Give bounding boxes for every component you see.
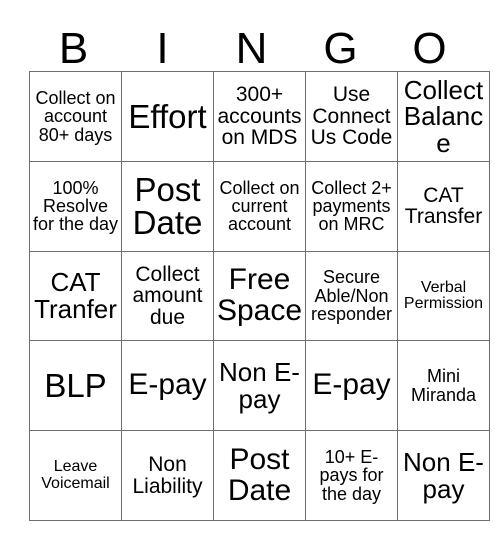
bingo-cell-label: Non E-pay (403, 447, 484, 504)
bingo-cell-label: 10+ E-pays for the day (319, 447, 384, 504)
bingo-cell-g1[interactable]: Use Connect Us Code (305, 71, 398, 162)
bingo-cell-o3[interactable]: Verbal Permission (397, 250, 490, 342)
bingo-cell-i1[interactable]: Effort (121, 71, 214, 162)
bingo-cell-g3[interactable]: Secure Able/Non responder (305, 250, 398, 342)
header-letter-b: B (58, 24, 89, 73)
bingo-cell-i3[interactable]: Collect amount due (121, 250, 214, 342)
bingo-cell-label: Post Date (132, 170, 203, 242)
bingo-cell-b4[interactable]: BLP (29, 340, 122, 432)
header-letter-o: O (412, 24, 447, 73)
bingo-cell-label: Collect 2+ payments on MRC (311, 177, 392, 235)
bingo-cell-label: Free Space (216, 263, 303, 327)
bingo-cell-b2[interactable]: 100% Resolve for the day (29, 160, 122, 252)
bingo-cell-o5[interactable]: Non E-pay (397, 430, 490, 521)
bingo-cell-label: E-pay (312, 368, 391, 402)
bingo-cell-free-space[interactable]: Free Space (213, 250, 306, 342)
bingo-cell-label: Mini Miranda (410, 366, 477, 405)
bingo-cell-label: Collect on current account (219, 177, 300, 235)
bingo-cell-label: 300+ accounts on MDS (217, 83, 302, 150)
bingo-cell-label: 100% Resolve for the day (32, 177, 119, 235)
bingo-cell-i2[interactable]: Post Date (121, 160, 214, 252)
bingo-cell-o4[interactable]: Mini Miranda (397, 340, 490, 432)
bingo-cell-n2[interactable]: Collect on current account (213, 160, 306, 252)
bingo-cell-label: CAT Transfer (404, 183, 483, 229)
bingo-cell-b5[interactable]: Leave Voicemail (29, 430, 122, 521)
bingo-grid: Collect on account 80+ days Effort 300+ … (29, 71, 490, 521)
bingo-cell-o2[interactable]: CAT Transfer (397, 160, 490, 252)
bingo-cell-b3[interactable]: CAT Tranfer (29, 250, 122, 342)
bingo-cell-n1[interactable]: 300+ accounts on MDS (213, 71, 306, 162)
bingo-cell-label: Collect Balance (403, 74, 484, 158)
bingo-cell-label: Non E-pay (219, 357, 300, 414)
header-letter-g: G (323, 24, 358, 73)
bingo-cell-label: Use Connect Us Code (310, 83, 393, 150)
bingo-card: B I N G O Collect on account 80+ days Ef… (29, 18, 490, 521)
bingo-cell-i5[interactable]: Non Liability (121, 430, 214, 521)
bingo-cell-label: CAT Tranfer (34, 267, 117, 324)
bingo-cell-label: Secure Able/Non responder (310, 267, 393, 325)
bingo-row: Collect on account 80+ days Effort 300+ … (29, 71, 490, 162)
bingo-cell-label: BLP (44, 366, 107, 404)
bingo-row: 100% Resolve for the day Post Date Colle… (29, 160, 490, 252)
bingo-cell-g2[interactable]: Collect 2+ payments on MRC (305, 160, 398, 252)
bingo-row: BLP E-pay Non E-pay E-pay Mini Miranda (29, 340, 490, 432)
header-letter-n: N (235, 24, 268, 73)
bingo-cell-i4[interactable]: E-pay (121, 340, 214, 432)
bingo-cell-label: Post Date (227, 442, 292, 507)
bingo-cell-label: Collect on account 80+ days (35, 87, 116, 145)
bingo-cell-label: Collect amount due (132, 262, 203, 329)
bingo-cell-o1[interactable]: Collect Balance (397, 71, 490, 162)
bingo-row: CAT Tranfer Collect amount due Free Spac… (29, 250, 490, 342)
bingo-cell-label: Verbal Permission (403, 278, 484, 312)
header-letter-i: I (156, 24, 169, 73)
bingo-cell-label: E-pay (128, 368, 207, 402)
bingo-cell-label: Leave Voicemail (41, 458, 110, 492)
bingo-row: Leave Voicemail Non Liability Post Date … (29, 430, 490, 521)
bingo-cell-g5[interactable]: 10+ E-pays for the day (305, 430, 398, 521)
bingo-cell-label: Effort (128, 97, 207, 135)
bingo-cell-n4[interactable]: Non E-pay (213, 340, 306, 432)
bingo-header: B I N G O (29, 18, 474, 71)
bingo-cell-b1[interactable]: Collect on account 80+ days (29, 71, 122, 162)
bingo-cell-g4[interactable]: E-pay (305, 340, 398, 432)
bingo-cell-n5[interactable]: Post Date (213, 430, 306, 521)
bingo-cell-label: Non Liability (132, 453, 203, 498)
